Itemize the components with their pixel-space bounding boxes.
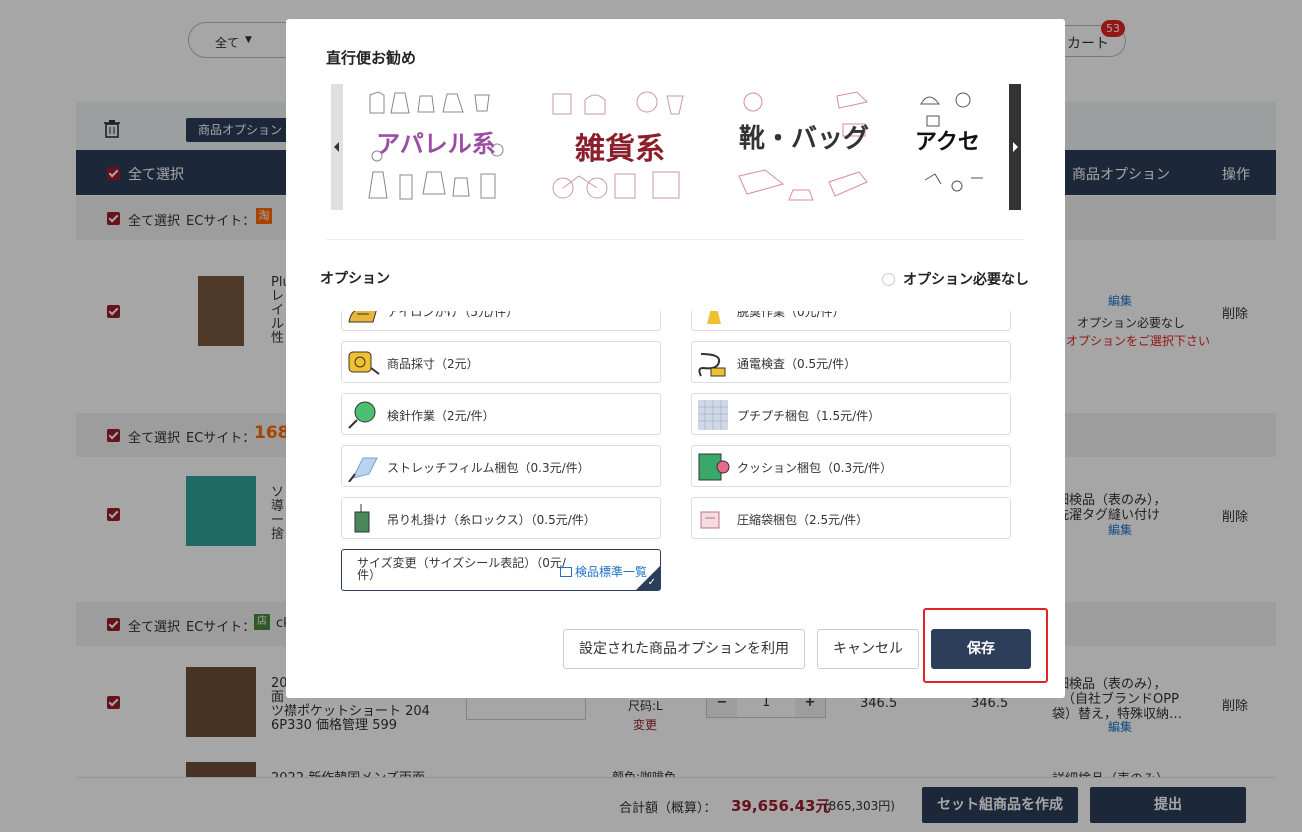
cushion-icon xyxy=(698,453,730,481)
option-ironing[interactable]: アイロンかけ（5元/件） xyxy=(341,311,661,331)
option-label: 通電検査（0.5元/件） xyxy=(737,357,857,371)
category-label: 雑貨系 xyxy=(575,132,665,167)
carousel-prev-button[interactable] xyxy=(331,84,343,210)
option-needle-check[interactable]: 検針作業（2元/件） xyxy=(341,393,661,435)
cancel-button[interactable]: キャンセル xyxy=(817,629,919,669)
option-label: クッション梱包（0.3元/件） xyxy=(737,461,893,475)
radio-icon[interactable] xyxy=(882,273,895,286)
deodorize-icon xyxy=(707,311,721,324)
external-link-icon xyxy=(560,567,572,577)
no-option-label: オプション必要なし xyxy=(903,272,1029,288)
category-goods[interactable]: 雑貨系 xyxy=(541,84,699,210)
option-label: 吊り札掛け（糸ロックス）（0.5元/件） xyxy=(387,513,596,527)
option-modal: 直行便お勧め アパレル系 雑貨系 靴・バッグ アクセ オプション オプション必要… xyxy=(286,19,1065,698)
category-label: アパレル系 xyxy=(376,129,496,158)
power-cable-icon xyxy=(698,353,726,377)
carousel-next-button[interactable] xyxy=(1009,84,1021,210)
category-label: 靴・バッグ xyxy=(738,124,869,154)
option-label: 商品採寸（2元） xyxy=(387,357,479,371)
modal-title: 直行便お勧め xyxy=(326,49,417,67)
category-shoes-bags[interactable]: 靴・バッグ xyxy=(725,84,883,210)
tape-measure-icon xyxy=(348,351,380,375)
option-label: アイロンかけ（5元/件） xyxy=(387,311,519,319)
bubble-wrap-icon xyxy=(698,400,728,430)
category-carousel: アパレル系 雑貨系 靴・バッグ アクセ xyxy=(331,84,1021,210)
save-highlight-frame xyxy=(923,608,1048,683)
option-label: サイズ変更（サイズシール表記）（0元/件） xyxy=(357,556,566,582)
option-compression-bag[interactable]: 圧縮袋梱包（2.5元/件） xyxy=(691,497,1011,539)
compression-bag-icon xyxy=(700,511,720,529)
category-apparel[interactable]: アパレル系 xyxy=(357,84,515,210)
magnifier-icon xyxy=(348,401,376,429)
chevron-right-icon xyxy=(1013,142,1018,152)
option-hang-tag[interactable]: 吊り札掛け（糸ロックス）（0.5元/件） xyxy=(341,497,661,539)
use-preset-options-button[interactable]: 設定された商品オプションを利用 xyxy=(563,629,805,669)
stretch-film-icon xyxy=(348,457,378,482)
no-option-radio[interactable]: オプション必要なし xyxy=(882,269,1029,289)
option-label: 検針作業（2元/件） xyxy=(387,409,495,423)
section-divider xyxy=(326,239,1024,240)
chevron-left-icon xyxy=(334,142,339,152)
category-accessories[interactable]: アクセ xyxy=(909,84,983,210)
option-stretch-film[interactable]: ストレッチフィルム梱包（0.3元/件） xyxy=(341,445,661,487)
inspection-standard-link[interactable]: 検品標準一覧 xyxy=(560,563,647,580)
hang-tag-icon xyxy=(354,504,370,533)
option-measure[interactable]: 商品採寸（2元） xyxy=(341,341,661,383)
option-label: プチプチ梱包（1.5元/件） xyxy=(737,409,881,423)
options-heading: オプション xyxy=(320,271,390,287)
option-size-change[interactable]: サイズ変更（サイズシール表記）（0元/件） 検品標準一覧 ✓ xyxy=(341,549,661,591)
checkmark-icon: ✓ xyxy=(647,577,656,588)
option-cushion[interactable]: クッション梱包（0.3元/件） xyxy=(691,445,1011,487)
option-label: 脱臭作業（0元/件） xyxy=(737,311,845,319)
option-deodorize[interactable]: 脱臭作業（0元/件） xyxy=(691,311,1011,331)
iron-icon xyxy=(348,311,377,323)
option-power-check[interactable]: 通電検査（0.5元/件） xyxy=(691,341,1011,383)
option-label: 圧縮袋梱包（2.5元/件） xyxy=(737,513,869,527)
category-label: アクセ xyxy=(915,129,980,155)
option-label: ストレッチフィルム梱包（0.3元/件） xyxy=(387,461,590,475)
options-list: アイロンかけ（5元/件） 脱臭作業（0元/件） 商品採寸（2元） 通電検査（0.… xyxy=(341,311,1021,607)
option-bubble-wrap[interactable]: プチプチ梱包（1.5元/件） xyxy=(691,393,1011,435)
